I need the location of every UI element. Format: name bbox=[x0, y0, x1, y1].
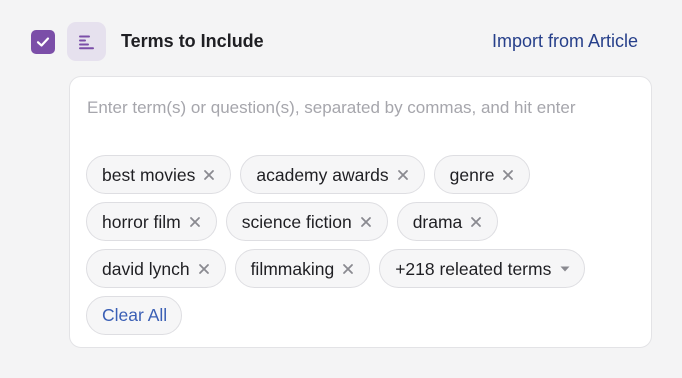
term-chip: david lynch bbox=[86, 249, 226, 288]
term-input[interactable] bbox=[87, 95, 639, 121]
clear-all-button[interactable]: Clear All bbox=[86, 296, 183, 335]
terms-to-include-panel: Terms to Include Import from Article bes… bbox=[0, 0, 682, 378]
terms-box: best movies academy awards genre horror fil… bbox=[69, 76, 652, 348]
term-chip-label: david lynch bbox=[102, 258, 190, 279]
term-chip: drama bbox=[396, 202, 499, 241]
remove-term-icon[interactable] bbox=[469, 215, 483, 229]
term-chip-list: best movies academy awards genre horror fil… bbox=[86, 155, 636, 335]
term-chip-label: academy awards bbox=[256, 164, 389, 185]
term-chip-label: horror film bbox=[102, 211, 181, 232]
more-terms-label: +218 releated terms bbox=[395, 258, 552, 279]
remove-term-icon[interactable] bbox=[501, 168, 515, 182]
term-chip-label: best movies bbox=[102, 164, 196, 185]
remove-term-icon[interactable] bbox=[396, 168, 410, 182]
term-chip: genre bbox=[433, 155, 531, 194]
term-chip-label: genre bbox=[449, 164, 495, 185]
term-chip: best movies bbox=[86, 155, 232, 194]
term-chip-label: drama bbox=[412, 211, 463, 232]
term-chip-label: filmmaking bbox=[250, 258, 335, 279]
import-from-article-link[interactable]: Import from Article bbox=[492, 30, 638, 52]
checkmark-icon bbox=[36, 37, 50, 47]
term-chip-label: science fiction bbox=[241, 211, 352, 232]
align-left-icon bbox=[67, 22, 106, 61]
term-chip: science fiction bbox=[225, 202, 388, 241]
section-title: Terms to Include bbox=[121, 31, 264, 51]
caret-down-icon bbox=[559, 265, 571, 273]
remove-term-icon[interactable] bbox=[359, 215, 373, 229]
term-chip: filmmaking bbox=[234, 249, 371, 288]
term-chip: horror film bbox=[86, 202, 217, 241]
remove-term-icon[interactable] bbox=[202, 168, 216, 182]
remove-term-icon[interactable] bbox=[188, 215, 202, 229]
more-terms-dropdown[interactable]: +218 releated terms bbox=[379, 249, 586, 288]
include-terms-checkbox[interactable] bbox=[31, 30, 55, 54]
remove-term-icon[interactable] bbox=[197, 262, 211, 276]
term-chip: academy awards bbox=[240, 155, 425, 194]
remove-term-icon[interactable] bbox=[341, 262, 355, 276]
